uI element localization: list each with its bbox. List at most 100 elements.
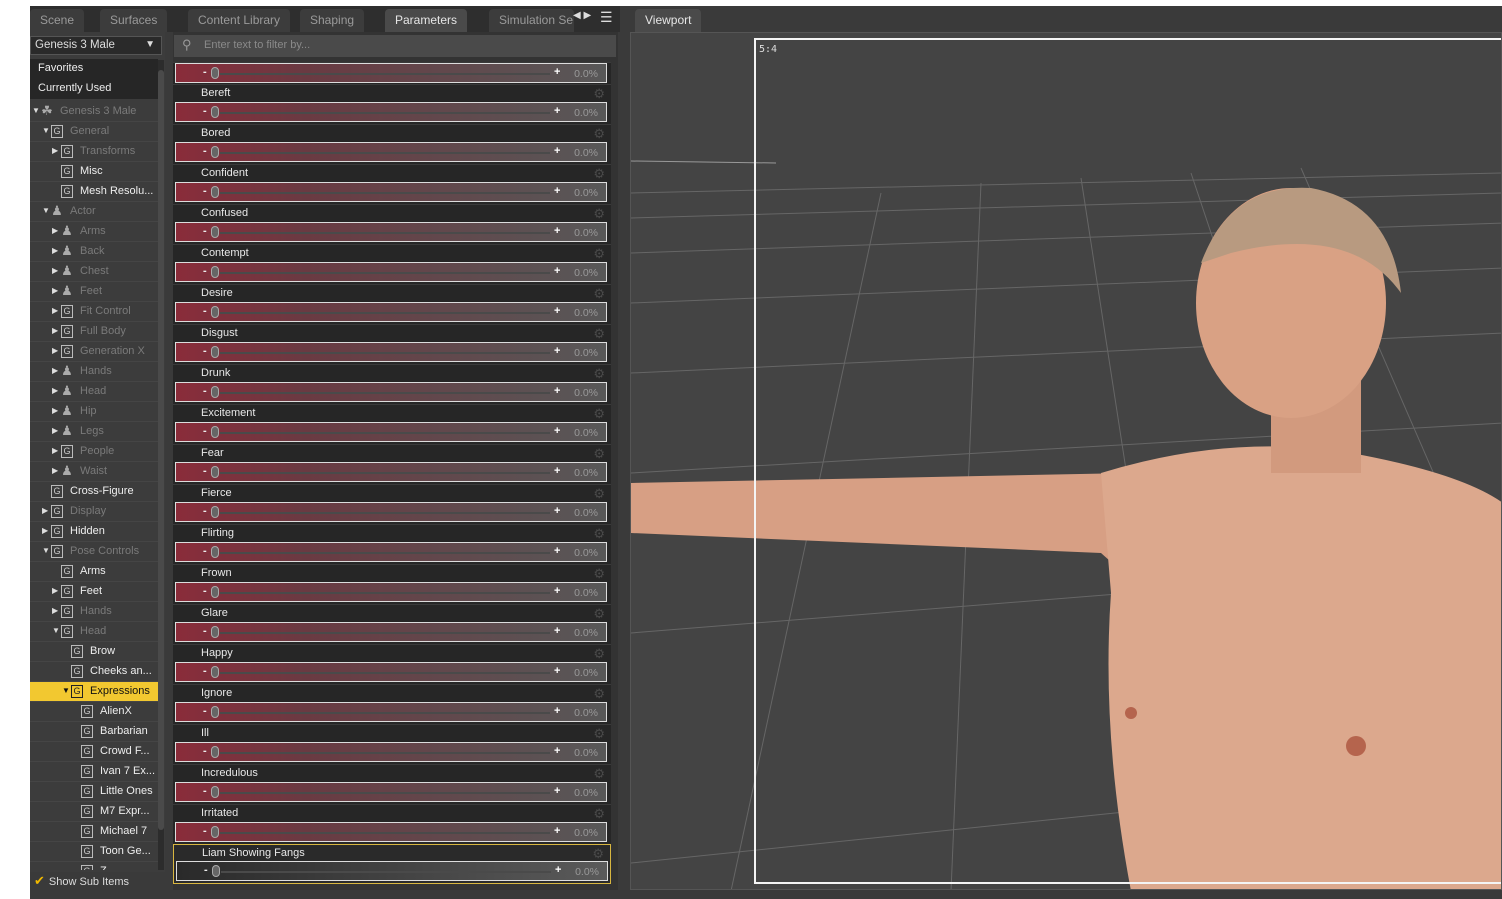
parameter-slider[interactable]: - +0.0% — [175, 582, 607, 602]
slider-track[interactable] — [220, 312, 550, 314]
gear-icon[interactable]: ⚙ — [593, 646, 605, 662]
gear-icon[interactable]: ⚙ — [593, 246, 605, 262]
expanded-arrow-icon[interactable]: ▼ — [42, 126, 50, 135]
tree-item[interactable]: ▶ ♟ Arms — [30, 222, 158, 242]
slider-track[interactable] — [220, 73, 550, 75]
parameter-slider[interactable]: - +0.0% — [175, 542, 607, 562]
tree-item[interactable]: G AlienX — [30, 702, 158, 722]
collapsed-arrow-icon[interactable]: ▶ — [42, 526, 48, 535]
decrement-button[interactable]: - — [203, 465, 207, 477]
slider-knob[interactable] — [211, 546, 219, 558]
tree-item[interactable]: ▶ G Generation X — [30, 342, 158, 362]
parameter-value[interactable]: 0.0% — [574, 787, 598, 799]
parameter-value[interactable]: 0.0% — [574, 347, 598, 359]
slider-track[interactable] — [220, 392, 550, 394]
collapsed-arrow-icon[interactable]: ▶ — [52, 386, 58, 395]
slider-knob[interactable] — [211, 67, 219, 79]
increment-button[interactable]: + — [554, 385, 560, 397]
increment-button[interactable]: + — [554, 66, 560, 78]
tree-item[interactable]: ▼ G General — [30, 122, 158, 142]
increment-button[interactable]: + — [554, 745, 560, 757]
slider-track[interactable] — [221, 871, 551, 873]
slider-knob[interactable] — [211, 666, 219, 678]
tree-item[interactable]: ▶ G Display — [30, 502, 158, 522]
parameter-value[interactable]: 0.0% — [574, 667, 598, 679]
decrement-button[interactable]: - — [203, 265, 207, 277]
collapsed-arrow-icon[interactable]: ▶ — [52, 226, 58, 235]
tree-item[interactable]: ▼ ☘ Genesis 3 Male — [30, 102, 158, 122]
slider-track[interactable] — [220, 512, 550, 514]
tree-item[interactable]: G Cheeks an... — [30, 662, 158, 682]
tree-item[interactable]: ▶ G Full Body — [30, 322, 158, 342]
parameter-slider[interactable]: - +0.0% — [175, 622, 607, 642]
tree-item[interactable]: ▶ ♟ Head — [30, 382, 158, 402]
increment-button[interactable]: + — [554, 785, 560, 797]
filter-input[interactable]: ⚲ Enter text to filter by... — [174, 35, 616, 57]
tree-item[interactable]: G Toon Ge... — [30, 842, 158, 862]
tree-item[interactable]: G Brow — [30, 642, 158, 662]
increment-button[interactable]: + — [554, 665, 560, 677]
slider-knob[interactable] — [211, 346, 219, 358]
increment-button[interactable]: + — [554, 265, 560, 277]
collapsed-arrow-icon[interactable]: ▶ — [52, 326, 58, 335]
slider-track[interactable] — [220, 712, 550, 714]
gear-icon[interactable]: ⚙ — [593, 326, 605, 342]
collapsed-arrow-icon[interactable]: ▶ — [52, 286, 58, 295]
tree-item[interactable]: ▶ ♟ Feet — [30, 282, 158, 302]
tree-scrollbar[interactable] — [158, 60, 164, 870]
viewport-3d[interactable]: 5:4 — [630, 32, 1502, 890]
parameter-slider[interactable]: - +0.0% — [175, 462, 607, 482]
collapsed-arrow-icon[interactable]: ▶ — [52, 446, 58, 455]
tree-item[interactable]: ▶ G Hands — [30, 602, 158, 622]
parameter-slider[interactable]: - +0.0% — [175, 382, 607, 402]
decrement-button[interactable]: - — [203, 745, 207, 757]
decrement-button[interactable]: - — [204, 864, 208, 876]
decrement-button[interactable]: - — [203, 305, 207, 317]
parameter-slider[interactable]: - +0.0% — [175, 702, 607, 722]
decrement-button[interactable]: - — [203, 825, 207, 837]
slider-knob[interactable] — [211, 106, 219, 118]
slider-track[interactable] — [220, 632, 550, 634]
gear-icon[interactable]: ⚙ — [593, 126, 605, 142]
gear-icon[interactable]: ⚙ — [593, 166, 605, 182]
parameter-value[interactable]: 0.0% — [574, 627, 598, 639]
collapsed-arrow-icon[interactable]: ▶ — [52, 346, 58, 355]
slider-knob[interactable] — [211, 186, 219, 198]
tab-parameters[interactable]: Parameters — [385, 9, 468, 32]
increment-button[interactable]: + — [555, 864, 561, 876]
slider-track[interactable] — [220, 192, 550, 194]
decrement-button[interactable]: - — [203, 545, 207, 557]
parameter-slider[interactable]: - +0.0% — [175, 662, 607, 682]
parameter-slider[interactable]: - +0.0% — [176, 861, 608, 881]
tree-item[interactable]: G Ivan 7 Ex... — [30, 762, 158, 782]
expanded-arrow-icon[interactable]: ▼ — [52, 626, 60, 635]
increment-button[interactable]: + — [554, 585, 560, 597]
gear-icon[interactable]: ⚙ — [593, 486, 605, 502]
parameter-value[interactable]: 0.0% — [574, 707, 598, 719]
slider-track[interactable] — [220, 792, 550, 794]
decrement-button[interactable]: - — [203, 625, 207, 637]
slider-knob[interactable] — [211, 706, 219, 718]
decrement-button[interactable]: - — [203, 145, 207, 157]
decrement-button[interactable]: - — [203, 585, 207, 597]
parameter-slider[interactable]: - +0.0% — [175, 222, 607, 242]
parameter-value[interactable]: 0.0% — [574, 747, 598, 759]
collapsed-arrow-icon[interactable]: ▶ — [52, 266, 58, 275]
increment-button[interactable]: + — [554, 185, 560, 197]
increment-button[interactable]: + — [554, 345, 560, 357]
decrement-button[interactable]: - — [203, 505, 207, 517]
collapsed-arrow-icon[interactable]: ▶ — [42, 506, 48, 515]
tree-scroll-thumb[interactable] — [158, 70, 164, 830]
tree-item[interactable]: ▶ ♟ Hands — [30, 362, 158, 382]
parameter-value[interactable]: 0.0% — [574, 427, 598, 439]
parameter-slider[interactable]: - +0.0% — [175, 742, 607, 762]
slider-track[interactable] — [220, 592, 550, 594]
tree-item[interactable]: ▶ ♟ Waist — [30, 462, 158, 482]
gear-icon[interactable]: ⚙ — [593, 86, 605, 102]
currently-used-item[interactable]: Currently Used — [30, 79, 158, 99]
slider-knob[interactable] — [211, 466, 219, 478]
collapsed-arrow-icon[interactable]: ▶ — [52, 586, 58, 595]
tree-item[interactable]: ▶ G Hidden — [30, 522, 158, 542]
gear-icon[interactable]: ⚙ — [592, 846, 604, 862]
slider-track[interactable] — [220, 232, 550, 234]
